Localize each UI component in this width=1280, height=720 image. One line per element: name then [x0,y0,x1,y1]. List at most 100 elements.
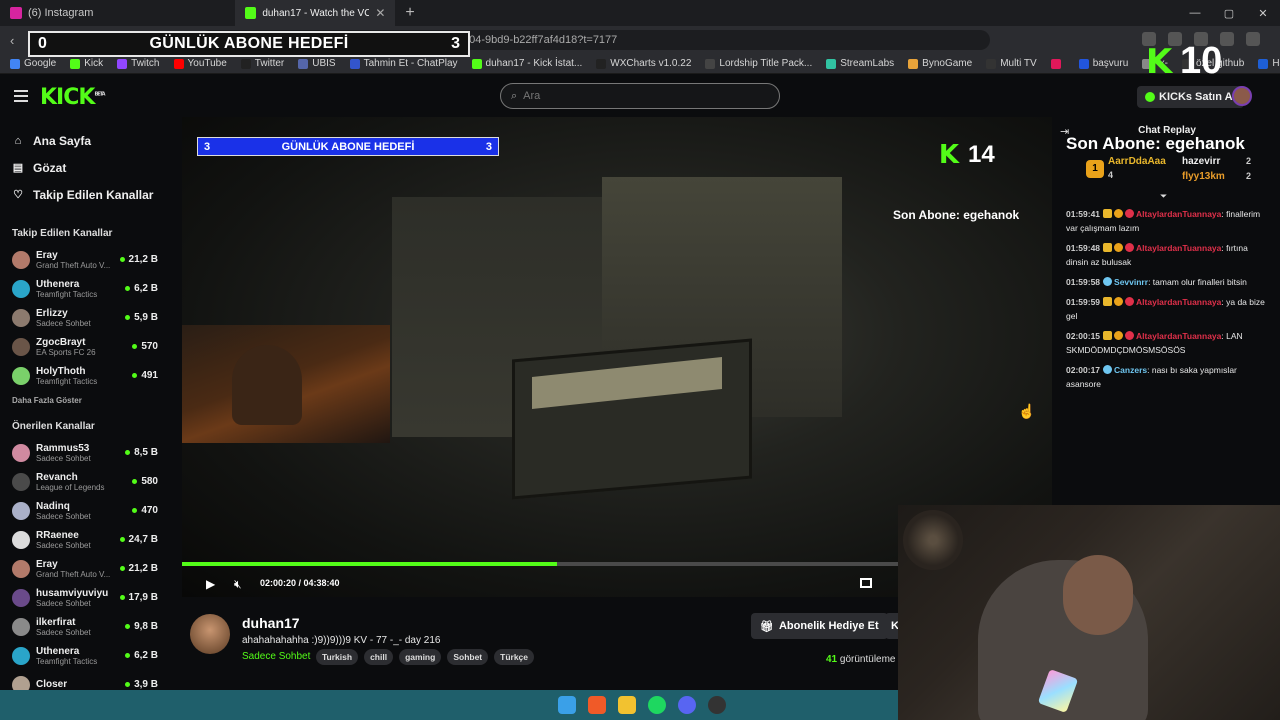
sidebar-channel-item[interactable]: Eray Grand Theft Auto V... 21,2 B [0,245,170,274]
user-avatar[interactable] [1232,86,1252,106]
bookmark-item[interactable] [1050,58,1065,69]
sidebar-channel-item[interactable]: Uthenera Teamfight Tactics 6,2 B [0,641,170,670]
channel-avatar [12,559,30,578]
stream-tags: Turkish chill gaming Sohbet Türkçe [316,649,535,665]
bookmark-label: UBIS [312,58,336,69]
message-username[interactable]: Sevvinrr [1114,277,1148,287]
kick-logo[interactable]: KICKBETA [40,85,106,110]
tab-instagram[interactable]: (6) Instagram [0,0,103,26]
sidebar-channel-item[interactable]: Uthenera Teamfight Tactics 6,2 B [0,274,170,303]
recommended-section-title: Önerilen Kanallar [12,421,95,432]
bookmark-item[interactable]: Multi TV [986,58,1037,69]
bookmark-label: Kick [84,58,104,69]
sidebar-channel-item[interactable]: Nadinq Sadece Sohbet 470 [0,496,170,525]
channel-avatar [12,617,30,636]
search-input[interactable] [523,90,744,102]
video-kicks-count: 14 [968,141,995,168]
channel-name: Eray [36,249,58,261]
sidebar-channel-item[interactable]: RRaenee Sadece Sohbet 24,7 B [0,525,170,554]
bookmark-item[interactable]: WXCharts v1.0.22 [596,58,691,69]
bookmark-item[interactable]: Kick [70,58,103,69]
expand-pinned-icon[interactable]: ⏷ [1160,191,1167,202]
channel-avatar [12,366,30,385]
bookmark-item[interactable]: başvuru [1078,58,1128,69]
channel-name: Erlizzy [36,307,68,319]
sidebar-channel-item[interactable]: ZgocBrayt EA Sports FC 26 570 [0,332,170,361]
bookmark-item[interactable]: YouTube [173,58,227,69]
buy-kicks-button[interactable]: KICKs Satın Al [1137,86,1244,108]
message-username[interactable]: Canzers [1114,365,1147,375]
nav-browse[interactable]: ▤ Gözat [12,154,158,181]
channel-name: ilkerfirat [36,616,76,628]
message-username[interactable]: AltaylardanTuannaya [1136,331,1221,341]
bookmark-favicon-icon [596,58,607,69]
message-username[interactable]: AltaylardanTuannaya [1136,297,1221,307]
search-box[interactable]: ⌕ [500,83,780,109]
menu-icon[interactable] [1246,32,1260,46]
message-username[interactable]: AltaylardanTuannaya [1136,209,1221,219]
bookmark-item[interactable]: Twitch [117,58,160,69]
message-username[interactable]: AltaylardanTuannaya [1136,243,1221,253]
bookmark-item[interactable]: Lordship Title Pack... [705,58,812,69]
channel-info: Eray Grand Theft Auto V... [36,559,120,579]
nav-label: Ana Sayfa [33,133,92,148]
stream-tag[interactable]: chill [364,649,394,665]
leader-first-count: 4 [1108,170,1114,180]
bookmark-item[interactable]: Twitter [240,58,284,69]
bookmark-item[interactable]: Halka Arz Takvi [1258,58,1280,69]
show-more-link[interactable]: Daha Fazla Göster [0,390,170,411]
bookmark-item[interactable]: StreamLabs [826,58,894,69]
sidebar-channel-item[interactable]: husamviyuviyu Sadece Sohbet 17,9 B [0,583,170,612]
play-icon[interactable]: ▶ [206,577,215,591]
viewer-count: 17,9 B [120,592,158,603]
crown-badge-icon [1103,297,1113,306]
gift-subscription-button[interactable]: 🎁︎ Abonelik Hediye Et [751,613,888,639]
back-icon[interactable]: ‹ [10,33,14,48]
close-window-icon[interactable]: ✕ [1246,7,1280,20]
windows-start-icon[interactable] [558,696,576,714]
bookmark-item[interactable]: duhan17 - Kick İstat... [471,58,582,69]
sidebar-channel-item[interactable]: Revanch League of Legends 580 [0,467,170,496]
bookmark-item[interactable]: UBIS [298,58,336,69]
bookmark-favicon-icon [826,58,837,69]
bookmark-item[interactable]: BynoGame [908,58,972,69]
channel-info: Uthenera Teamfight Tactics [36,279,125,299]
mute-icon[interactable]: 🔇︎ [234,577,242,592]
webcam-streamer-head [1063,555,1133,635]
hamburger-menu-icon[interactable] [14,90,28,102]
stream-tag[interactable]: gaming [399,649,442,665]
sidebar-channel-item[interactable]: HolyThoth Teamfight Tactics 491 [0,361,170,390]
minimize-icon[interactable]: — [1178,7,1212,19]
maximize-icon[interactable]: ▢ [1212,7,1246,20]
stream-tag[interactable]: Türkçe [494,649,535,665]
stream-tag[interactable]: Turkish [316,649,359,665]
bookmark-item[interactable]: Tahmin Et - ChatPlay [349,58,458,69]
spotify-icon[interactable] [648,696,666,714]
channel-category: Sadece Sohbet [36,453,91,463]
leader-first[interactable]: AarrDdaAaa [1108,156,1166,167]
obs-icon[interactable] [708,696,726,714]
sidebar-channel-item[interactable]: Eray Grand Theft Auto V... 21,2 B [0,554,170,583]
sidebar-channel-item[interactable]: Rammus53 Sadece Sohbet 8,5 B [0,438,170,467]
file-explorer-icon[interactable] [618,696,636,714]
channel-avatar[interactable] [190,614,230,654]
bookmark-item[interactable]: Google [10,58,56,69]
facecam-streamer [232,345,302,425]
nav-home[interactable]: ⌂ Ana Sayfa [12,127,158,154]
discord-icon[interactable] [678,696,696,714]
close-tab-icon[interactable]: ✕ [375,6,385,20]
sidebar-channel-item[interactable]: ilkerfirat Sadece Sohbet 9,8 B [0,612,170,641]
stream-tag[interactable]: Sohbet [447,649,489,665]
new-tab-button[interactable]: + [395,4,424,22]
leader-second[interactable]: hazevirr [1182,156,1220,167]
sidebar-channel-item[interactable]: Erlizzy Sadece Sohbet 5,9 B [0,303,170,332]
channel-name[interactable]: duhan17 [242,615,300,631]
nav-following[interactable]: ♡ Takip Edilen Kanallar [12,181,158,208]
theater-mode-icon[interactable] [860,578,872,588]
stream-category[interactable]: Sadece Sohbet [242,651,310,662]
brave-browser-icon[interactable] [588,696,606,714]
subscriber-badge-icon [1125,209,1135,218]
sidebar-channel-item[interactable]: Closer 3,9 B [0,670,170,690]
leader-third[interactable]: flyy13km [1182,171,1225,182]
tab-kick-vod[interactable]: duhan17 - Watch the VOD on Ki ✕ [235,0,396,26]
